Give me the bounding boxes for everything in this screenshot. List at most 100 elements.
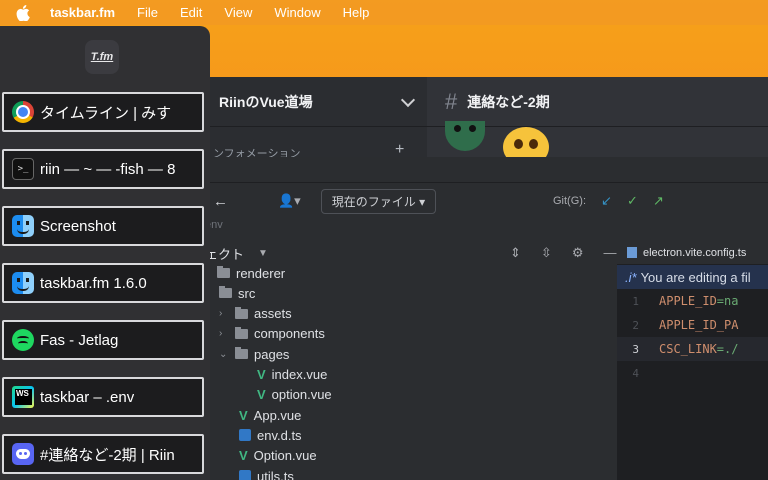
vue-file-icon: V	[257, 387, 266, 403]
tree-item-label: pages	[254, 346, 290, 362]
git-commit-icon[interactable]: ✓	[627, 193, 638, 209]
menu-view[interactable]: View	[224, 5, 252, 20]
typescript-file-icon	[239, 470, 251, 480]
server-header[interactable]: RiinのVue道場	[205, 77, 427, 127]
menu-edit[interactable]: Edit	[180, 5, 202, 20]
tree-item[interactable]: utils.ts	[239, 466, 294, 480]
code-lines[interactable]: 1 APPLE_ID =na 2 APPLE_ID_PA 3 CSC_LINK =./ 4	[617, 289, 768, 385]
vue-file-icon: V	[257, 367, 266, 382]
typescript-file-icon	[239, 429, 251, 442]
chevron-right-icon[interactable]: ›	[219, 308, 227, 319]
menu-help[interactable]: Help	[343, 5, 370, 20]
taskbar-item[interactable]: taskbar – .env	[2, 377, 204, 417]
emoji-eye	[454, 125, 461, 132]
chevron-right-icon[interactable]: ›	[219, 328, 227, 339]
finder-icon	[12, 215, 34, 237]
code-line: 4	[617, 361, 768, 385]
vue-file-icon: V	[239, 407, 248, 423]
tree-item-label: utils.ts	[257, 468, 294, 480]
tree-item[interactable]: renderer	[217, 263, 285, 283]
chevron-down-icon[interactable]: ▼	[258, 248, 268, 259]
taskbar-item-label: taskbar – .env	[40, 388, 135, 406]
folder-icon	[235, 326, 248, 339]
spotify-icon	[12, 329, 34, 351]
tree-item-label: Option.vue	[253, 448, 317, 464]
chevron-down-icon[interactable]	[400, 92, 416, 108]
menu-file[interactable]: File	[137, 5, 158, 20]
discord-icon	[12, 443, 34, 465]
webstorm-icon	[12, 386, 34, 408]
expand-all-icon[interactable]: ⇕	[510, 245, 521, 261]
tree-item[interactable]: V App.vue	[239, 405, 301, 425]
tree-item-label: env.d.ts	[257, 427, 302, 443]
tree-item[interactable]: V Option.vue	[239, 446, 317, 466]
env-key: CSC_LINK	[659, 342, 717, 356]
code-line: 2 APPLE_ID_PA	[617, 313, 768, 337]
taskbar-item[interactable]: #連絡など-2期 | Riin	[2, 434, 204, 474]
menu-window[interactable]: Window	[274, 5, 320, 20]
gear-icon[interactable]: ⚙	[572, 245, 584, 261]
taskbar-item-label: taskbar.fm 1.6.0	[40, 274, 147, 292]
channel-name: 連絡など-2期	[467, 93, 550, 110]
emoji-eye	[514, 139, 523, 149]
taskbar-panel: T.fm タイムライン | みす >_ riin — ~ — -fish — 8 Sc…	[0, 26, 210, 480]
env-key: APPLE_ID	[659, 294, 717, 308]
minimize-icon[interactable]: —	[603, 245, 616, 261]
collapse-all-icon[interactable]: ⇳	[541, 245, 552, 261]
menubar-app-name[interactable]: taskbar.fm	[50, 5, 115, 20]
ide-window: ← 👤▾ 現在のファイル ▾ Git(G): ↙ ✓ ↗ env ェクト ▼ ⇕…	[205, 157, 768, 480]
hashtag-icon: #	[445, 88, 458, 114]
code-editor: electron.vite.config.ts .i* You are edit…	[617, 241, 768, 480]
tree-item[interactable]: › components	[219, 324, 325, 344]
git-label: Git(G):	[553, 195, 586, 207]
git-push-icon[interactable]: ↗	[653, 193, 664, 209]
taskbar-item-label: riin — ~ — -fish — 8	[40, 160, 176, 178]
chrome-icon	[12, 101, 34, 123]
editor-tab[interactable]: electron.vite.config.ts	[617, 241, 768, 265]
tree-item[interactable]: ⌄ pages	[219, 344, 289, 364]
taskbar-item[interactable]: Screenshot	[2, 206, 204, 246]
tree-item[interactable]: Voption.vue	[257, 385, 332, 405]
taskbar-item-label: Screenshot	[40, 217, 116, 235]
vue-file-icon: V	[239, 448, 248, 464]
line-number: 2	[632, 318, 639, 332]
banner-text: You are editing a fil	[640, 269, 751, 285]
code-line: 3 CSC_LINK =./	[617, 337, 768, 361]
project-panel-header: ェクト ▼ ⇕ ⇳ ⚙ —	[205, 241, 617, 265]
tree-item[interactable]: › assets	[219, 304, 292, 324]
channel-header: # 連絡など-2期	[427, 77, 768, 127]
taskbar-item[interactable]: >_ riin — ~ — -fish — 8	[2, 149, 204, 189]
tree-item-label: components	[254, 326, 325, 342]
emoji-eye	[529, 139, 538, 149]
tree-item-label: App.vue	[253, 407, 302, 423]
apple-icon[interactable]	[16, 4, 30, 21]
tree-item[interactable]: src	[219, 283, 255, 303]
chevron-down-icon[interactable]: ⌄	[219, 349, 227, 360]
tree-item-label: index.vue	[271, 367, 328, 382]
taskbar-logo: T.fm	[85, 40, 119, 74]
back-arrow-icon[interactable]: ←	[213, 193, 228, 210]
tree-item-label: renderer	[236, 265, 286, 281]
project-label[interactable]: ェクト	[205, 244, 244, 263]
folder-icon	[217, 266, 230, 278]
folder-icon	[235, 347, 248, 360]
tree-item[interactable]: Vindex.vue	[257, 365, 327, 385]
folder-icon	[219, 286, 232, 299]
taskbar-item[interactable]: タイムライン | みす	[2, 92, 204, 132]
line-number: 1	[632, 294, 639, 308]
taskbar-item-label: Fas - Jetlag	[40, 331, 119, 349]
git-update-icon[interactable]: ↙	[601, 193, 612, 209]
env-value: =./	[716, 342, 739, 356]
menu-bar: taskbar.fm File Edit View Window Help	[0, 0, 768, 25]
env-key: APPLE_ID_PA	[659, 318, 739, 332]
user-icon[interactable]: 👤▾	[278, 193, 301, 209]
taskbar-item-label: タイムライン | みす	[40, 104, 172, 122]
code-line: 1 APPLE_ID =na	[617, 289, 768, 313]
tree-item[interactable]: env.d.ts	[239, 425, 302, 445]
file-icon	[627, 247, 637, 258]
taskbar-item[interactable]: taskbar.fm 1.6.0	[2, 263, 204, 303]
ide-titlebar[interactable]	[205, 157, 768, 183]
tree-item-label: src	[238, 285, 256, 301]
scope-dropdown[interactable]: 現在のファイル ▾	[320, 188, 437, 214]
taskbar-item[interactable]: Fas - Jetlag	[2, 320, 204, 360]
